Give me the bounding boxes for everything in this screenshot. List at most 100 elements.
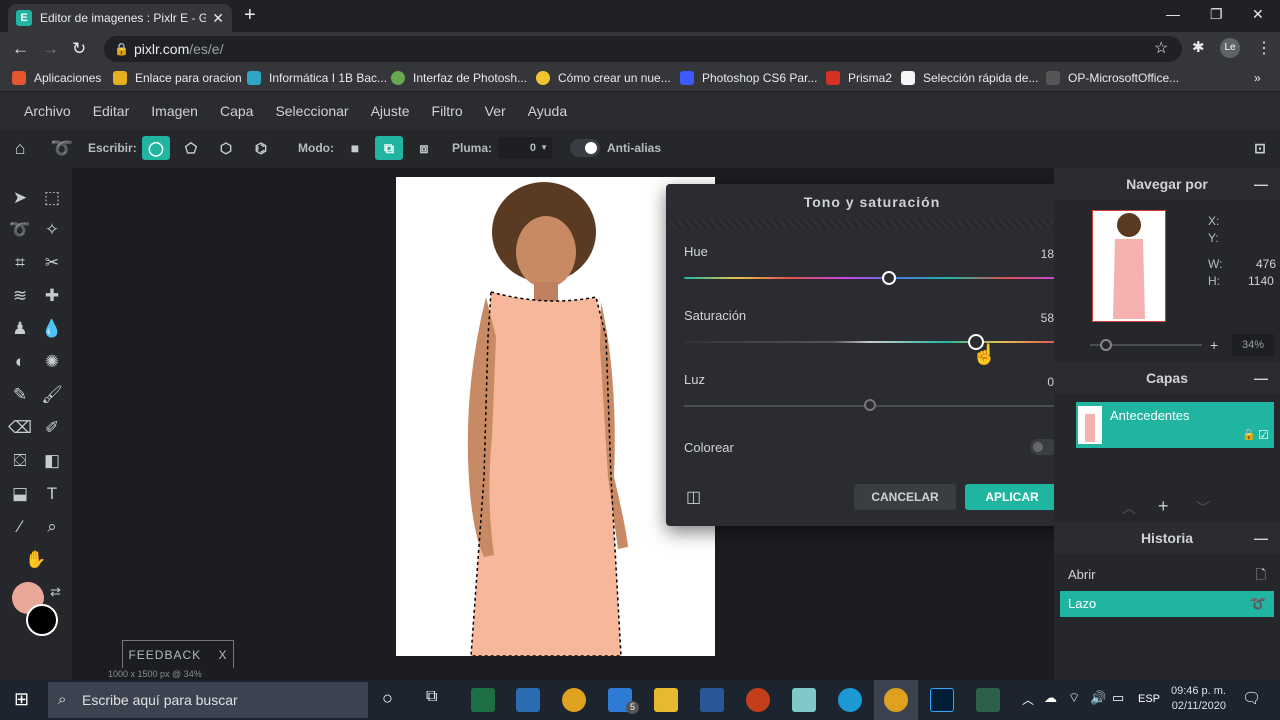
bookmark-item[interactable]: Informática I 1B Bac... bbox=[247, 71, 387, 85]
cancel-button[interactable]: CANCELAR bbox=[854, 484, 956, 510]
powerpoint-icon[interactable] bbox=[746, 688, 770, 712]
maximize-icon[interactable]: ❐ bbox=[1210, 6, 1223, 23]
clock[interactable]: 09:46 p. m. 02/11/2020 bbox=[1166, 684, 1226, 714]
zoom-field[interactable]: 34% bbox=[1232, 334, 1274, 356]
bezier-lasso-icon[interactable]: ⌬ bbox=[247, 136, 275, 160]
brush-tool-icon[interactable]: 🖌 bbox=[38, 381, 66, 409]
gradient-tool-icon[interactable]: ◧ bbox=[38, 447, 66, 475]
blur-tool-icon[interactable]: 💧 bbox=[38, 315, 66, 343]
heal-tool-icon[interactable]: ✚ bbox=[38, 282, 66, 310]
swap-colors-icon[interactable]: ⇄ bbox=[50, 584, 61, 600]
apply-button[interactable]: APLICAR bbox=[965, 484, 1059, 510]
clone-tool-icon[interactable]: ♟ bbox=[6, 315, 34, 343]
bookmark-item[interactable]: Interfaz de Photosh... bbox=[391, 71, 527, 85]
excel-icon[interactable] bbox=[471, 688, 495, 712]
lasso-tool-icon[interactable]: ➰ bbox=[6, 216, 34, 244]
menu-editar[interactable]: Editar bbox=[93, 103, 130, 119]
volume-icon[interactable]: 🔊 bbox=[1090, 690, 1106, 706]
bookmark-item[interactable]: Enlace para oracion bbox=[113, 71, 242, 85]
bookmark-item[interactable]: Photoshop CS6 Par... bbox=[680, 71, 817, 85]
more-menu-icon[interactable]: ⋮ bbox=[1256, 38, 1272, 58]
arrange-tool-icon[interactable]: ➤ bbox=[6, 184, 34, 212]
wifi-icon[interactable]: ⌔ bbox=[1068, 690, 1080, 706]
tray-chevron-icon[interactable]: ︿ bbox=[1022, 691, 1034, 708]
crop-tool-icon[interactable]: ⌗ bbox=[6, 249, 34, 277]
reload-icon[interactable]: ↻ bbox=[72, 39, 86, 59]
task-view-icon[interactable]: ⧉ bbox=[426, 688, 437, 706]
polygon-lasso-icon[interactable]: ⬠ bbox=[177, 136, 205, 160]
cortana-icon[interactable]: ○ bbox=[382, 688, 393, 709]
hue-slider-knob[interactable] bbox=[882, 271, 896, 285]
feedback-close-icon[interactable]: X bbox=[219, 648, 228, 662]
bookmark-item[interactable]: Prisma2 bbox=[826, 71, 892, 85]
feather-select[interactable]: 0 ▼ bbox=[498, 137, 552, 159]
collapse-navigator-icon[interactable]: — bbox=[1254, 168, 1268, 200]
sponge-tool-icon[interactable]: ✺ bbox=[38, 348, 66, 376]
menu-filtro[interactable]: Filtro bbox=[432, 103, 463, 119]
visibility-checkbox-icon[interactable]: ☑ bbox=[1258, 428, 1269, 442]
move-layer-up-icon[interactable]: ︿ bbox=[1122, 498, 1136, 518]
antialias-toggle[interactable] bbox=[570, 139, 600, 157]
new-tab-icon[interactable]: + bbox=[244, 4, 256, 27]
menu-ayuda[interactable]: Ayuda bbox=[528, 103, 567, 119]
word-icon[interactable] bbox=[700, 688, 724, 712]
menu-seleccionar[interactable]: Seleccionar bbox=[275, 103, 348, 119]
home-icon[interactable]: ⌂ bbox=[6, 136, 34, 160]
bookmark-star-icon[interactable]: ☆ bbox=[1154, 38, 1168, 58]
hue-slider-track[interactable] bbox=[684, 277, 1058, 279]
store-icon[interactable] bbox=[516, 688, 540, 712]
fill-tool-icon[interactable]: ⛋ bbox=[6, 447, 34, 475]
menu-ver[interactable]: Ver bbox=[485, 103, 506, 119]
saturation-slider-track[interactable] bbox=[684, 341, 1058, 343]
chrome-active-icon[interactable] bbox=[884, 688, 908, 712]
mode-new-icon[interactable]: ■ bbox=[341, 136, 369, 160]
wand-tool-icon[interactable]: ✧ bbox=[38, 216, 66, 244]
layer-item[interactable]: Antecedentes 🔒 ☑ bbox=[1076, 402, 1274, 448]
freehand-lasso-icon[interactable]: ◯ bbox=[142, 136, 170, 160]
pencil-tool-icon[interactable]: ✎ bbox=[6, 381, 34, 409]
menu-archivo[interactable]: Archivo bbox=[24, 103, 71, 119]
navigator-thumbnail[interactable] bbox=[1092, 210, 1166, 322]
mode-subtract-icon[interactable]: ⧈ bbox=[410, 136, 438, 160]
battery-icon[interactable]: ▭ bbox=[1112, 690, 1124, 706]
history-item-active[interactable]: Lazo ➰ bbox=[1060, 591, 1274, 617]
windows-start-icon[interactable]: ⊞ bbox=[14, 689, 29, 710]
mode-add-icon[interactable]: ⧉ bbox=[375, 136, 403, 160]
move-layer-down-icon[interactable]: ﹀ bbox=[1196, 498, 1210, 518]
extensions-icon[interactable]: ✱ bbox=[1192, 38, 1205, 56]
zoom-in-icon[interactable]: + bbox=[1210, 337, 1218, 353]
liquify-tool-icon[interactable]: ≋ bbox=[6, 282, 34, 310]
eraser-tool-icon[interactable]: ⌫ bbox=[6, 414, 34, 442]
chrome-icon[interactable] bbox=[562, 688, 586, 712]
bookmark-item[interactable]: Cómo crear un nue... bbox=[536, 71, 671, 85]
bookmark-item[interactable]: OP-MicrosoftOffice... bbox=[1046, 71, 1179, 85]
eyedropper-tool-icon[interactable]: ⁄ bbox=[6, 513, 34, 541]
color-replace-tool-icon[interactable]: ✐ bbox=[38, 414, 66, 442]
marquee-tool-icon[interactable]: ⬚ bbox=[38, 184, 66, 212]
taskbar-search[interactable]: ⌕ Escribe aquí para buscar bbox=[48, 682, 368, 718]
profile-avatar[interactable]: Le bbox=[1220, 38, 1240, 58]
magnetic-lasso-icon[interactable]: ⬡ bbox=[212, 136, 240, 160]
forward-icon[interactable]: → bbox=[42, 39, 59, 59]
close-tab-icon[interactable]: ✕ bbox=[212, 10, 224, 27]
text-tool-icon[interactable]: T bbox=[38, 480, 66, 508]
shape-tool-icon[interactable]: ⬓ bbox=[6, 480, 34, 508]
browser-tab[interactable]: E Editor de imagenes : Pixlr E - Gra ✕ bbox=[8, 4, 232, 32]
feedback-button[interactable]: FEEDBACK X bbox=[122, 640, 234, 668]
cloud-icon[interactable]: ☁ bbox=[1044, 690, 1057, 706]
history-item[interactable]: Abrir 🗋 bbox=[1060, 562, 1274, 588]
cutout-tool-icon[interactable]: ✂ bbox=[38, 249, 66, 277]
bookmark-item[interactable]: Aplicaciones bbox=[12, 71, 101, 85]
collapse-layers-icon[interactable]: — bbox=[1254, 362, 1268, 394]
app-icon[interactable] bbox=[792, 688, 816, 712]
compare-icon[interactable]: ◫ bbox=[686, 487, 701, 507]
menu-ajuste[interactable]: Ajuste bbox=[371, 103, 410, 119]
dodge-tool-icon[interactable]: ◐ bbox=[6, 348, 34, 376]
notifications-icon[interactable]: 🗨 bbox=[1242, 689, 1261, 707]
url-field[interactable]: 🔒 pixlr.com/es/e/ bbox=[104, 36, 1182, 62]
photoshop-icon[interactable] bbox=[930, 688, 954, 712]
light-slider-knob[interactable] bbox=[864, 399, 876, 411]
back-icon[interactable]: ← bbox=[12, 39, 29, 59]
minimize-icon[interactable]: — bbox=[1166, 6, 1180, 22]
edge-icon[interactable] bbox=[838, 688, 862, 712]
